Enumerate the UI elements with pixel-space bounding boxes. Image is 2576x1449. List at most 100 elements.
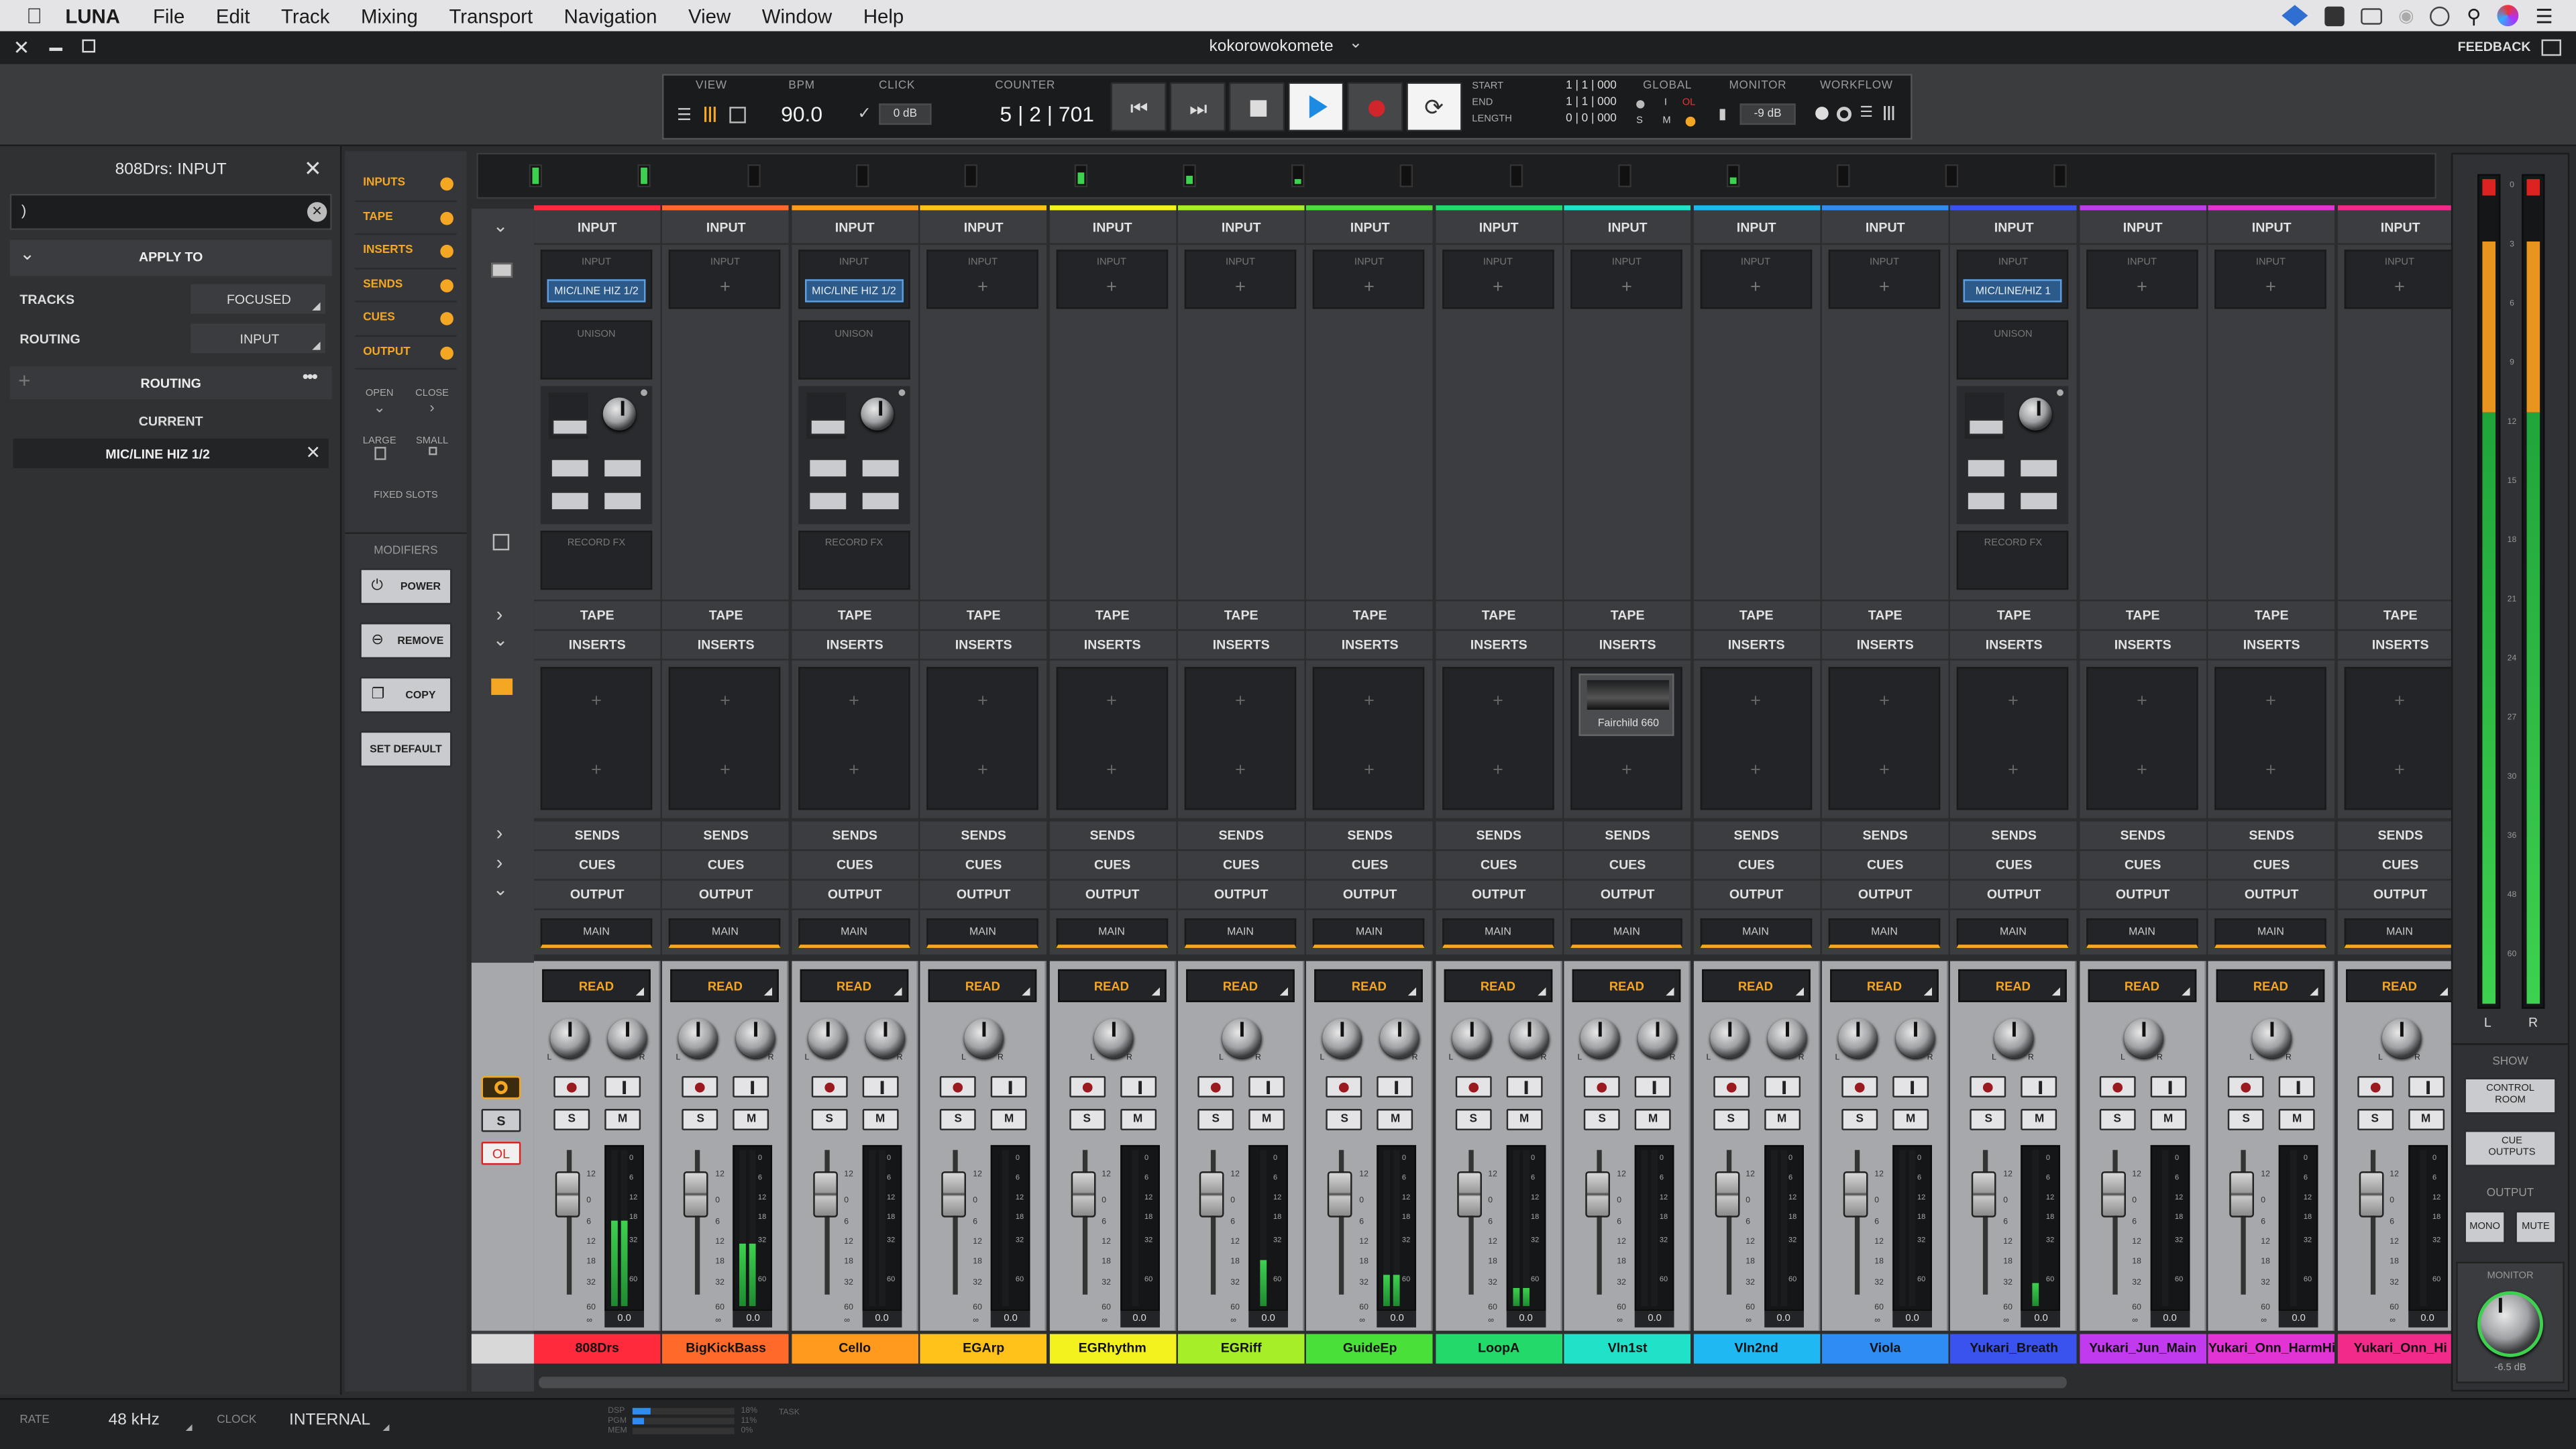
inserts-section-header[interactable]: INSERTS <box>1177 631 1305 659</box>
output-main-slot[interactable]: MAIN <box>2214 918 2327 949</box>
inserts-slot[interactable]: + + <box>2343 667 2456 810</box>
input-monitor-button[interactable] <box>2150 1076 2187 1097</box>
track-name[interactable]: GuideEp <box>1306 1334 1434 1364</box>
add-insert-icon[interactable]: + <box>542 692 651 711</box>
mute-button[interactable]: M <box>2279 1109 2316 1130</box>
menu-view[interactable]: View <box>688 4 731 27</box>
input-section-header[interactable]: INPUT <box>2079 210 2206 244</box>
track-name[interactable]: Vln2nd <box>1693 1334 1820 1364</box>
solo-clear-button[interactable]: S <box>481 1109 521 1132</box>
inserts-section-header[interactable]: INSERTS <box>1693 631 1820 659</box>
input-section-header[interactable]: INPUT <box>2208 210 2335 244</box>
inserts-slot[interactable]: + + <box>540 667 653 810</box>
add-insert-icon[interactable]: + <box>1830 692 1939 711</box>
tape-section-header[interactable]: TAPE <box>2337 601 2464 629</box>
gain-knob[interactable] <box>2019 397 2053 431</box>
inserts-slot[interactable]: + + <box>1055 667 1168 810</box>
automation-mode[interactable]: READ <box>1701 969 1810 1002</box>
search-icon[interactable]: ⚲ <box>2467 4 2481 27</box>
inserts-slot[interactable]: + + <box>2086 667 2198 810</box>
inserts-slot[interactable]: + + <box>798 667 910 810</box>
mono-button[interactable]: MONO <box>2464 1210 2506 1244</box>
input-slot[interactable]: INPUT + <box>1828 250 1941 309</box>
section-toggle-tape[interactable]: TAPE <box>354 201 457 235</box>
input-section-header[interactable]: INPUT <box>1049 210 1176 244</box>
tape-section-header[interactable]: TAPE <box>920 601 1047 629</box>
record-fx-slot[interactable]: RECORD FX <box>540 531 653 590</box>
record-arm-button[interactable] <box>1197 1076 1234 1097</box>
record-fx-slot[interactable]: RECORD FX <box>798 531 910 590</box>
output-main-slot[interactable]: MAIN <box>1570 918 1683 949</box>
remove-input-icon[interactable]: ✕ <box>306 442 321 463</box>
inserts-section-header[interactable]: INSERTS <box>791 631 918 659</box>
mute-button[interactable]: M <box>604 1109 641 1130</box>
input-section-header[interactable]: INPUT <box>920 210 1047 244</box>
solo-button[interactable]: S <box>2099 1109 2136 1130</box>
input-monitor-button[interactable] <box>2408 1076 2445 1097</box>
input-slot[interactable]: INPUT + <box>1570 250 1683 309</box>
output-main-slot[interactable]: MAIN <box>1828 918 1941 949</box>
input-section-header[interactable]: INPUT <box>533 210 661 244</box>
record-fx-slot[interactable]: RECORD FX <box>1957 531 2070 590</box>
maximize-icon[interactable] <box>82 39 96 53</box>
record-arm-button[interactable] <box>2228 1076 2265 1097</box>
input-slot[interactable]: INPUT + <box>1313 250 1426 309</box>
automation-mode[interactable]: READ <box>928 969 1037 1002</box>
record-arm-button[interactable] <box>1970 1076 2007 1097</box>
solo-button[interactable]: S <box>682 1109 719 1130</box>
pan-knob[interactable] <box>2124 1018 2163 1059</box>
sends-section-header[interactable]: SENDS <box>662 821 790 850</box>
cues-section-header[interactable]: CUES <box>1821 851 1949 879</box>
inserts-section-header[interactable]: INSERTS <box>1821 631 1949 659</box>
record-arm-button[interactable] <box>940 1076 977 1097</box>
output-main-slot[interactable]: MAIN <box>1699 918 1812 949</box>
mute-button[interactable]: MUTE <box>2515 1210 2557 1244</box>
input-slot[interactable]: INPUT + <box>1442 250 1554 309</box>
record-button[interactable] <box>1347 82 1403 131</box>
track-name[interactable]: BigKickBass <box>662 1334 790 1364</box>
mute-button[interactable]: M <box>2021 1109 2058 1130</box>
solo-button[interactable]: S <box>1970 1109 2007 1130</box>
inserts-slot[interactable]: + + <box>1957 667 2070 810</box>
input-monitor-button[interactable] <box>733 1076 770 1097</box>
output-section-header[interactable]: OUTPUT <box>1693 880 1820 909</box>
output-section-header[interactable]: OUTPUT <box>1177 880 1305 909</box>
wifi-icon[interactable]: ◉ <box>2398 5 2414 26</box>
gain-knob[interactable] <box>602 397 636 431</box>
cue-outputs-button[interactable]: CUE OUTPUTS <box>2464 1130 2557 1167</box>
output-section-header[interactable]: OUTPUT <box>1306 880 1434 909</box>
automation-mode[interactable]: READ <box>1830 969 1939 1002</box>
sends-section-header[interactable]: SENDS <box>1821 821 1949 850</box>
input-section-header[interactable]: INPUT <box>1950 210 2078 244</box>
cues-section-header[interactable]: CUES <box>1306 851 1434 879</box>
add-insert-icon[interactable]: + <box>1186 761 1295 780</box>
menu-mixing[interactable]: Mixing <box>361 4 418 27</box>
monitor-knob[interactable] <box>2477 1291 2544 1357</box>
input-section-header[interactable]: INPUT <box>791 210 918 244</box>
volume-fader[interactable] <box>1843 1171 1868 1218</box>
output-main-slot[interactable]: MAIN <box>1055 918 1168 949</box>
close-panel-icon[interactable]: ✕ <box>304 156 322 182</box>
start-value[interactable]: 1 | 1 | 000 <box>1528 80 1617 92</box>
overload-clear-button[interactable]: OL <box>481 1142 521 1165</box>
add-input-icon[interactable]: + <box>1701 278 1810 297</box>
output-main-slot[interactable]: MAIN <box>2343 918 2456 949</box>
forward-button[interactable]: ⏭ <box>1169 82 1226 131</box>
sends-section-header[interactable]: SENDS <box>1693 821 1820 850</box>
inserts-slot[interactable]: + + <box>669 667 782 810</box>
input-slot[interactable]: INPUT + <box>2086 250 2198 309</box>
insert-plugin[interactable]: Fairchild 660 <box>1578 674 1674 737</box>
inserts-section-header[interactable]: INSERTS <box>2079 631 2206 659</box>
output-main-slot[interactable]: MAIN <box>926 918 1039 949</box>
automation-mode[interactable]: READ <box>2088 969 2196 1002</box>
inserts-slot[interactable]: + + <box>1184 667 1297 810</box>
monitor-level[interactable]: -9 dB <box>1739 103 1796 125</box>
output-section-header[interactable]: OUTPUT <box>662 880 790 909</box>
ua-icon[interactable] <box>2282 5 2308 27</box>
input-section-header[interactable]: INPUT <box>1306 210 1434 244</box>
menu-help[interactable]: Help <box>863 4 904 27</box>
global-s[interactable]: S <box>1636 117 1643 127</box>
add-input-icon[interactable]: + <box>1057 278 1166 297</box>
add-insert-icon[interactable]: + <box>2345 761 2454 780</box>
workflow-record-icon[interactable] <box>1815 107 1829 120</box>
